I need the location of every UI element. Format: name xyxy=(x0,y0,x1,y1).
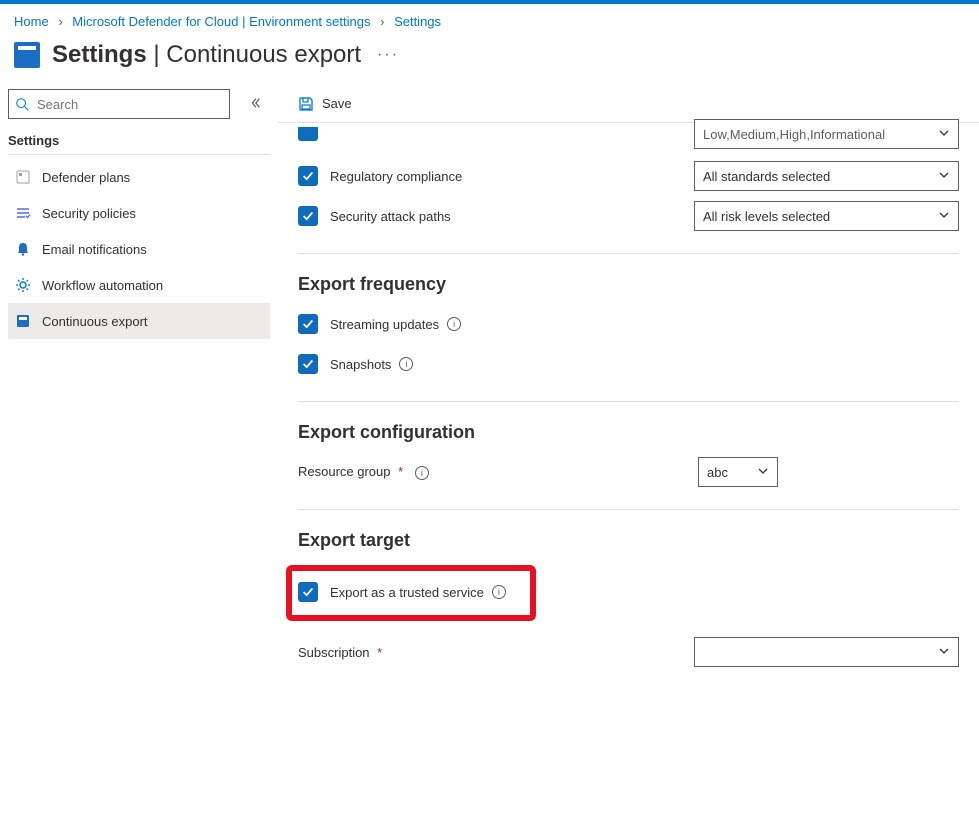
chevron-right-icon: › xyxy=(380,14,384,29)
chevron-down-icon xyxy=(757,465,769,480)
sidebar-item-label: Email notifications xyxy=(42,242,147,257)
chevron-right-icon: › xyxy=(58,14,62,29)
info-icon[interactable]: i xyxy=(415,466,429,480)
list-check-icon xyxy=(14,204,32,222)
attack-paths-select[interactable]: All risk levels selected xyxy=(694,201,959,231)
export-target-heading: Export target xyxy=(298,530,959,551)
export-configuration-heading: Export configuration xyxy=(298,422,959,443)
shield-icon xyxy=(14,168,32,186)
sidebar-item-label: Defender plans xyxy=(42,170,130,185)
sidebar-item-defender-plans[interactable]: Defender plans xyxy=(8,159,270,195)
breadcrumb-defender[interactable]: Microsoft Defender for Cloud | Environme… xyxy=(72,14,370,29)
search-icon xyxy=(15,97,29,111)
page-title: Settings | Continuous export xyxy=(52,41,361,69)
info-icon[interactable]: i xyxy=(492,585,506,599)
sidebar-item-label: Continuous export xyxy=(42,314,148,329)
page-header: Settings | Continuous export ··· xyxy=(0,35,979,85)
snapshots-checkbox[interactable] xyxy=(298,354,318,374)
chevron-down-icon xyxy=(938,127,950,142)
sidebar-item-label: Security policies xyxy=(42,206,136,221)
severity-select[interactable]: Low,Medium,High,Informational xyxy=(694,119,959,149)
info-icon[interactable]: i xyxy=(399,357,413,371)
regulatory-compliance-label: Regulatory compliance xyxy=(330,169,462,184)
resource-group-label: Resource group xyxy=(298,464,391,479)
settings-blade-icon xyxy=(14,42,40,68)
sidebar-item-email-notifications[interactable]: Email notifications xyxy=(8,231,270,267)
divider xyxy=(298,401,959,402)
snapshots-label: Snapshots xyxy=(330,357,391,372)
regulatory-compliance-checkbox[interactable] xyxy=(298,166,318,186)
main-content: Save Low,Medium,High,Informational xyxy=(278,85,979,707)
streaming-updates-checkbox[interactable] xyxy=(298,314,318,334)
breadcrumb-settings[interactable]: Settings xyxy=(394,14,441,29)
info-icon[interactable]: i xyxy=(447,317,461,331)
save-button[interactable]: Save xyxy=(298,96,352,112)
breadcrumb-home[interactable]: Home xyxy=(14,14,49,29)
gear-icon xyxy=(14,276,32,294)
sidebar-item-continuous-export[interactable]: Continuous export xyxy=(8,303,270,339)
sidebar-item-security-policies[interactable]: Security policies xyxy=(8,195,270,231)
chevron-down-icon xyxy=(938,169,950,184)
resource-group-select[interactable]: abc xyxy=(698,457,778,487)
sidebar-heading: Settings xyxy=(8,129,270,155)
sidebar-item-label: Workflow automation xyxy=(42,278,163,293)
more-actions-button[interactable]: ··· xyxy=(377,46,399,64)
export-icon xyxy=(14,312,32,330)
chevron-down-icon xyxy=(938,645,950,660)
search-input[interactable] xyxy=(35,91,223,117)
regulatory-compliance-select[interactable]: All standards selected xyxy=(694,161,959,191)
streaming-updates-label: Streaming updates xyxy=(330,317,439,332)
required-indicator: * xyxy=(398,464,403,479)
chevron-down-icon xyxy=(938,209,950,224)
attack-paths-checkbox[interactable] xyxy=(298,206,318,226)
attack-paths-label: Security attack paths xyxy=(330,209,451,224)
save-icon xyxy=(298,96,314,112)
export-frequency-heading: Export frequency xyxy=(298,274,959,295)
breadcrumb: Home › Microsoft Defender for Cloud | En… xyxy=(0,4,979,35)
bell-icon xyxy=(14,240,32,258)
trusted-service-checkbox[interactable] xyxy=(298,582,318,602)
toolbar: Save xyxy=(278,85,979,123)
subscription-select[interactable] xyxy=(694,637,959,667)
divider xyxy=(298,509,959,510)
sidebar: Settings Defender plans Security policie… xyxy=(0,85,278,707)
divider xyxy=(298,253,959,254)
checkbox-clipped[interactable] xyxy=(298,127,318,141)
subscription-label: Subscription xyxy=(298,645,370,660)
collapse-sidebar-button[interactable] xyxy=(248,96,262,113)
sidebar-item-workflow-automation[interactable]: Workflow automation xyxy=(8,267,270,303)
sidebar-search[interactable] xyxy=(8,89,230,119)
required-indicator: * xyxy=(377,645,382,660)
trusted-service-label: Export as a trusted service xyxy=(330,585,484,600)
